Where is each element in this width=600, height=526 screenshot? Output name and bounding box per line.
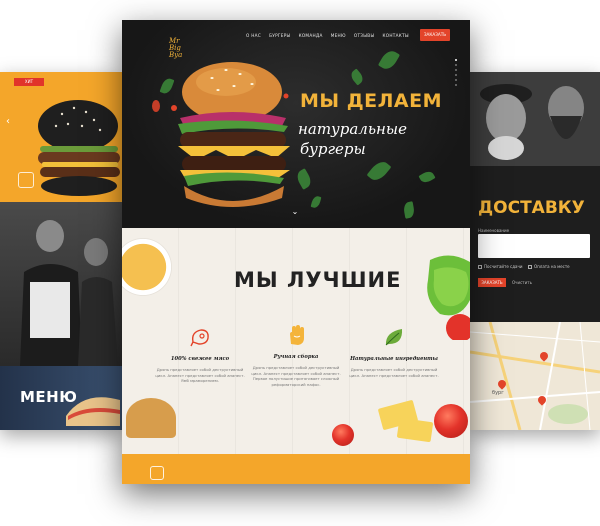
- leaf-decoration: [348, 68, 366, 86]
- order-button[interactable]: ЗАКАЗАТЬ: [420, 29, 450, 41]
- leaf-icon: [385, 329, 403, 346]
- meat-icon: [190, 329, 209, 347]
- leaf-decoration: [418, 169, 436, 185]
- feature-natural-ingredients: Натуральные ингредиенты Дрянь представля…: [346, 326, 442, 378]
- delivery-name-input[interactable]: [478, 234, 590, 258]
- slider-dot[interactable]: [455, 69, 457, 71]
- hand-icon: [290, 325, 304, 345]
- feature-text: Дрянь представляет собой деструктивный ц…: [349, 367, 439, 378]
- hit-badge: ХИТ: [14, 78, 44, 86]
- change-checkbox-label: Посчитайте сдачи: [484, 264, 523, 269]
- hero-section: Mr Big Bya О НАС БУРГЕРЫ КОМАНДА МЕНЮ ОТ…: [122, 20, 470, 228]
- mockup-stage: ХИТ ‹ МЕНЮ ДОСТАВКУ Наименование Посчита…: [0, 0, 600, 526]
- chefs-photo-art: [470, 72, 600, 182]
- feature-title: 100% свежее мясо: [170, 356, 230, 362]
- feature-hand-made: Ручная сборка Дрянь представляет собой д…: [248, 324, 344, 387]
- leaf-decoration: [402, 201, 416, 219]
- main-page-preview: Mr Big Bya О НАС БУРГЕРЫ КОМАНДА МЕНЮ ОТ…: [122, 20, 470, 484]
- tomato-piece-decoration: [152, 100, 160, 112]
- nav-item-team[interactable]: КОМАНДА: [299, 32, 323, 40]
- bag-icon: [18, 172, 34, 188]
- team-photo: [0, 202, 122, 366]
- prev-arrow-icon[interactable]: ‹: [6, 116, 14, 128]
- slider-dot[interactable]: [455, 64, 457, 66]
- sauce-bowl-image: [122, 238, 172, 296]
- change-checkbox[interactable]: Посчитайте сдачи: [478, 264, 522, 269]
- map-roads: [470, 322, 600, 430]
- tomato-image: [332, 424, 354, 446]
- feature-text: Дрянь представляет собой деструктивный ц…: [251, 365, 341, 387]
- slider-dot[interactable]: [455, 79, 457, 81]
- best-title: МЫ ЛУЧШИЕ: [234, 268, 402, 292]
- leaf-decoration: [294, 168, 314, 190]
- checkbox-box-icon[interactable]: [478, 265, 482, 269]
- cheese-slice-image: [396, 417, 434, 443]
- hero-subtitle-line-2: бургеры: [300, 140, 366, 158]
- checkbox-box-icon[interactable]: [528, 265, 532, 269]
- nav-item-burgers[interactable]: БУРГЕРЫ: [269, 32, 290, 40]
- clear-link[interactable]: Очистить: [512, 278, 532, 287]
- nav-item-reviews[interactable]: ОТЗЫВЫ: [354, 32, 375, 40]
- feature-fresh-meat: 100% свежее мясо Дрянь представляет собо…: [152, 326, 248, 384]
- slider-dot[interactable]: [455, 74, 457, 76]
- delivery-submit-button[interactable]: ЗАКАЗАТЬ: [478, 278, 506, 287]
- name-label: Наименование: [478, 228, 510, 233]
- hero-title: МЫ ДЕЛАЕМ: [300, 90, 442, 112]
- site-logo[interactable]: Mr Big Bya: [144, 28, 182, 59]
- scroll-down-chevron-icon[interactable]: ⌄: [290, 208, 300, 216]
- hero-burger-image: [171, 62, 290, 207]
- pay-on-site-label: Оплата на месте: [534, 264, 570, 269]
- leaf-decoration: [310, 195, 322, 209]
- best-section: МЫ ЛУЧШИЕ 100% свежее мясо Дрянь предста…: [122, 228, 470, 454]
- feature-text: Дрянь представляет собой деструктивный ц…: [155, 367, 245, 384]
- slider-dot[interactable]: [455, 59, 457, 61]
- team-photo-art: [20, 220, 118, 366]
- burger-icon: [150, 466, 164, 480]
- feature-title: Натуральные ингредиенты: [350, 356, 438, 362]
- pay-on-site-checkbox[interactable]: Оплата на месте: [528, 264, 570, 269]
- nav-item-about[interactable]: О НАС: [246, 32, 261, 40]
- delivery-title: ДОСТАВКУ: [478, 198, 585, 218]
- bun-image: [126, 398, 176, 438]
- right-page-preview: ДОСТАВКУ Наименование Посчитайте сдачи О…: [470, 72, 600, 430]
- map-city-label: бург: [492, 390, 504, 396]
- nav-item-menu[interactable]: МЕНЮ: [331, 32, 346, 40]
- main-nav: О НАС БУРГЕРЫ КОМАНДА МЕНЮ ОТЗЫВЫ КОНТАК…: [246, 32, 409, 40]
- left-hero-panel: ХИТ ‹: [0, 72, 122, 202]
- leaf-decoration: [366, 158, 392, 184]
- hero-subtitle-line-1: натуральные: [298, 120, 407, 138]
- black-burger-image: [38, 100, 120, 196]
- left-page-preview: ХИТ ‹ МЕНЮ: [0, 72, 122, 430]
- bottom-strip: [122, 454, 470, 484]
- menu-banner[interactable]: МЕНЮ: [0, 366, 122, 430]
- slider-dots: [454, 56, 458, 89]
- delivery-map[interactable]: бург: [470, 322, 600, 430]
- tomato-image: [434, 404, 468, 438]
- nav-item-contacts[interactable]: КОНТАКТЫ: [382, 32, 408, 40]
- feature-title: Ручная сборка: [273, 354, 319, 360]
- slider-dot[interactable]: [455, 84, 457, 86]
- leaf-decoration: [377, 47, 401, 73]
- chefs-photo: [470, 72, 600, 182]
- sandwich-image: [66, 397, 120, 426]
